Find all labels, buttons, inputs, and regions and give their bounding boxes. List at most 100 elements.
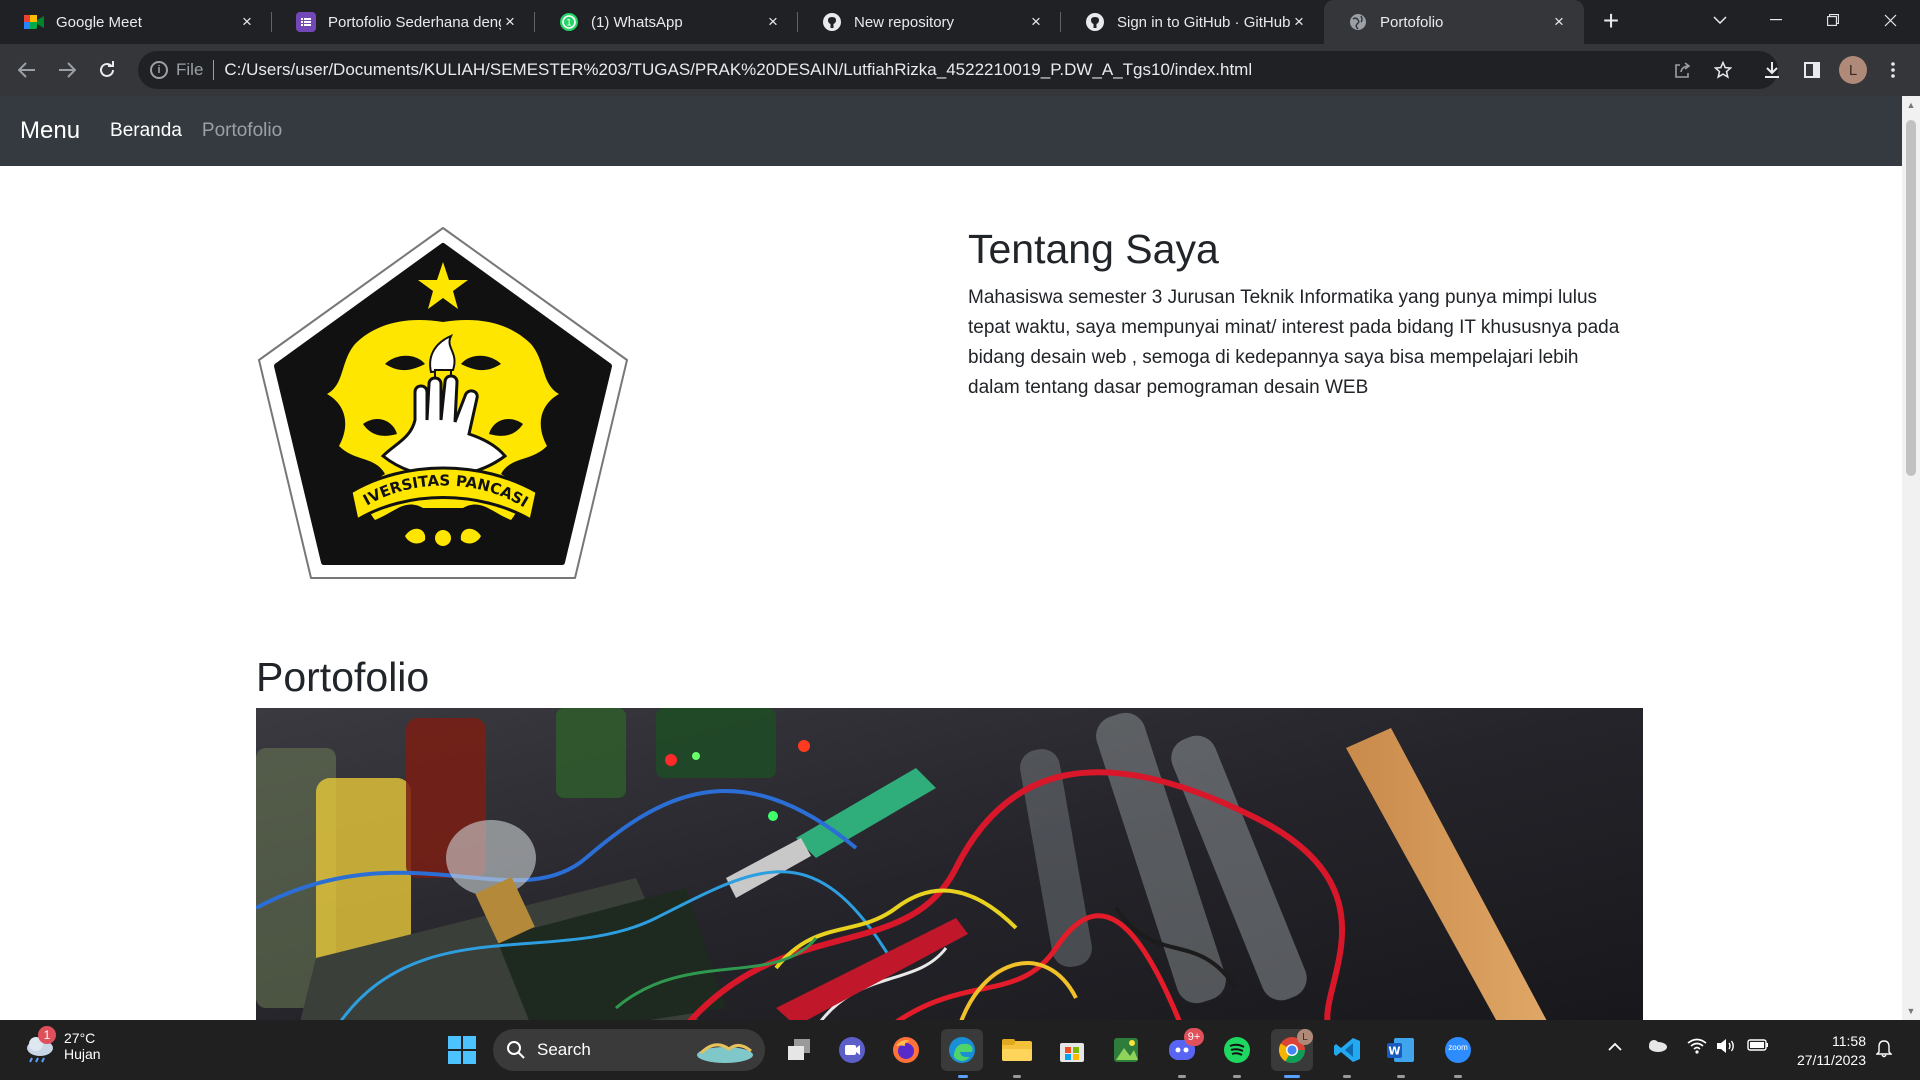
scroll-up-arrow[interactable]: ▲ [1906,100,1916,110]
wifi-icon[interactable] [1687,1038,1707,1059]
close-icon[interactable]: × [1550,13,1568,31]
running-indicator [1178,1075,1186,1078]
running-indicator [1397,1075,1405,1078]
volume-icon[interactable] [1716,1038,1736,1059]
google-meet-icon [24,12,44,32]
discord-icon[interactable]: 9+ [1166,1028,1204,1066]
close-icon[interactable]: × [238,13,256,31]
running-indicator [1454,1075,1462,1078]
firefox-icon[interactable] [890,1034,922,1066]
tab-new-repository[interactable]: New repository × [798,0,1061,44]
share-icon[interactable] [1666,54,1698,86]
clock-date: 27/11/2023 [1796,1052,1866,1068]
weather-badge: 1 [38,1026,56,1044]
svg-text:W: W [1388,1045,1400,1058]
scroll-down-arrow[interactable]: ▼ [1906,1006,1916,1016]
url-text[interactable]: C:/Users/user/Documents/KULIAH/SEMESTER%… [224,60,1252,80]
show-hidden-icons-chevron-icon[interactable] [1608,1038,1622,1056]
tab-title: Google Meet [56,13,142,31]
running-indicator [1013,1075,1021,1078]
browser-toolbar: i File C:/Users/user/Documents/KULIAH/SE… [0,44,1920,96]
weather-widget[interactable]: 1 27°C Hujan [22,1026,101,1064]
close-icon[interactable]: × [501,13,519,31]
page-viewport: Menu Beranda Portofolio UNIVERSITAS PANC… [0,96,1920,1020]
task-view-icon[interactable] [783,1034,815,1066]
running-indicator [1233,1075,1241,1078]
file-scheme-label: File [176,60,204,79]
portfolio-image [256,708,1643,1020]
navbar-brand[interactable]: Menu [20,117,80,145]
onedrive-cloud-icon[interactable] [1646,1038,1668,1057]
spotify-icon[interactable] [1221,1034,1253,1066]
profile-avatar[interactable]: L [1839,56,1867,84]
github-icon [1085,12,1105,32]
zoom-label: zoom [1448,1043,1468,1052]
restore-button[interactable] [1805,0,1861,40]
edge-icon[interactable] [941,1029,983,1071]
chrome-profile-badge: L [1297,1029,1313,1045]
tab-portofolio-sederhana[interactable]: Portofolio Sederhana deng × [272,0,535,44]
nav-link-portofolio[interactable]: Portofolio [202,120,282,142]
close-icon[interactable]: × [1290,13,1308,31]
svg-text:1: 1 [566,19,572,29]
teams-chat-icon[interactable] [836,1034,868,1066]
word-icon[interactable]: W [1385,1034,1417,1066]
nav-link-beranda[interactable]: Beranda [110,120,182,142]
portfolio-heading: Portofolio [256,654,430,700]
system-clock[interactable]: 11:58 27/11/2023 [1778,1032,1866,1070]
close-icon[interactable]: × [764,13,782,31]
discord-badge: 9+ [1184,1028,1204,1046]
forward-button[interactable] [51,54,83,86]
tab-search-button[interactable] [1692,0,1748,40]
about-body: Mahasiswa semester 3 Jurusan Teknik Info… [968,287,1620,398]
photos-app-icon[interactable] [1110,1034,1142,1066]
tab-title: (1) WhatsApp [591,13,683,31]
minimize-button[interactable] [1748,0,1804,40]
download-icon[interactable] [1756,54,1788,86]
about-heading: Tentang Saya [968,226,1219,272]
tab-google-meet[interactable]: Google Meet × [0,0,272,44]
search-label: Search [537,1040,591,1059]
side-panel-icon[interactable] [1796,54,1828,86]
file-explorer-icon[interactable] [1001,1034,1033,1066]
address-bar[interactable]: i File C:/Users/user/Documents/KULIAH/SE… [138,51,1778,89]
search-icon [507,1041,525,1059]
tab-strip: Google Meet × Portofolio Sederhana deng … [0,0,1920,44]
github-icon [822,12,842,32]
chrome-icon[interactable]: L [1271,1029,1313,1071]
running-indicator [1343,1075,1351,1078]
tab-title: New repository [854,13,955,31]
battery-icon[interactable] [1747,1038,1769,1057]
new-tab-button[interactable]: + [1597,7,1625,36]
tab-portofolio-active[interactable]: Portofolio × [1324,0,1584,44]
about-section: Tentang Saya Mahasiswa semester 3 Jurusa… [968,226,1628,403]
running-indicator [1284,1075,1300,1078]
tab-title: Portofolio [1380,13,1444,31]
bookmark-star-icon[interactable] [1707,54,1739,86]
vscode-icon[interactable] [1331,1034,1363,1066]
info-icon[interactable]: i [150,61,168,79]
tab-sign-in-github[interactable]: Sign in to GitHub · GitHub × [1061,0,1324,44]
tab-whatsapp[interactable]: 1 (1) WhatsApp × [535,0,798,44]
zoom-icon[interactable]: zoom [1442,1034,1474,1066]
tab-title: Portofolio Sederhana deng [328,13,501,31]
close-window-button[interactable] [1862,0,1918,40]
page-scrollbar[interactable]: ▲ ▼ [1902,96,1920,1020]
microsoft-store-icon[interactable] [1056,1034,1088,1066]
google-forms-icon [296,12,316,32]
reload-button[interactable] [91,54,123,86]
scrollbar-thumb[interactable] [1906,120,1916,476]
university-logo: UNIVERSITAS PANCASILA [255,224,628,579]
windows-taskbar: 1 27°C Hujan Search 9+ L W zoom 11:58 27… [0,1020,1920,1080]
taskbar-search[interactable]: Search [493,1029,765,1071]
notification-bell-icon[interactable] [1875,1040,1893,1063]
running-indicator [958,1075,968,1078]
back-button[interactable] [11,54,43,86]
weather-condition: Hujan [64,1046,101,1062]
close-icon[interactable]: × [1027,13,1045,31]
scheme-divider [213,60,215,80]
kebab-menu-icon[interactable] [1877,54,1909,86]
tab-title: Sign in to GitHub · GitHub [1117,13,1290,31]
windows-start-icon[interactable] [446,1034,478,1066]
globe-icon [1348,12,1368,32]
